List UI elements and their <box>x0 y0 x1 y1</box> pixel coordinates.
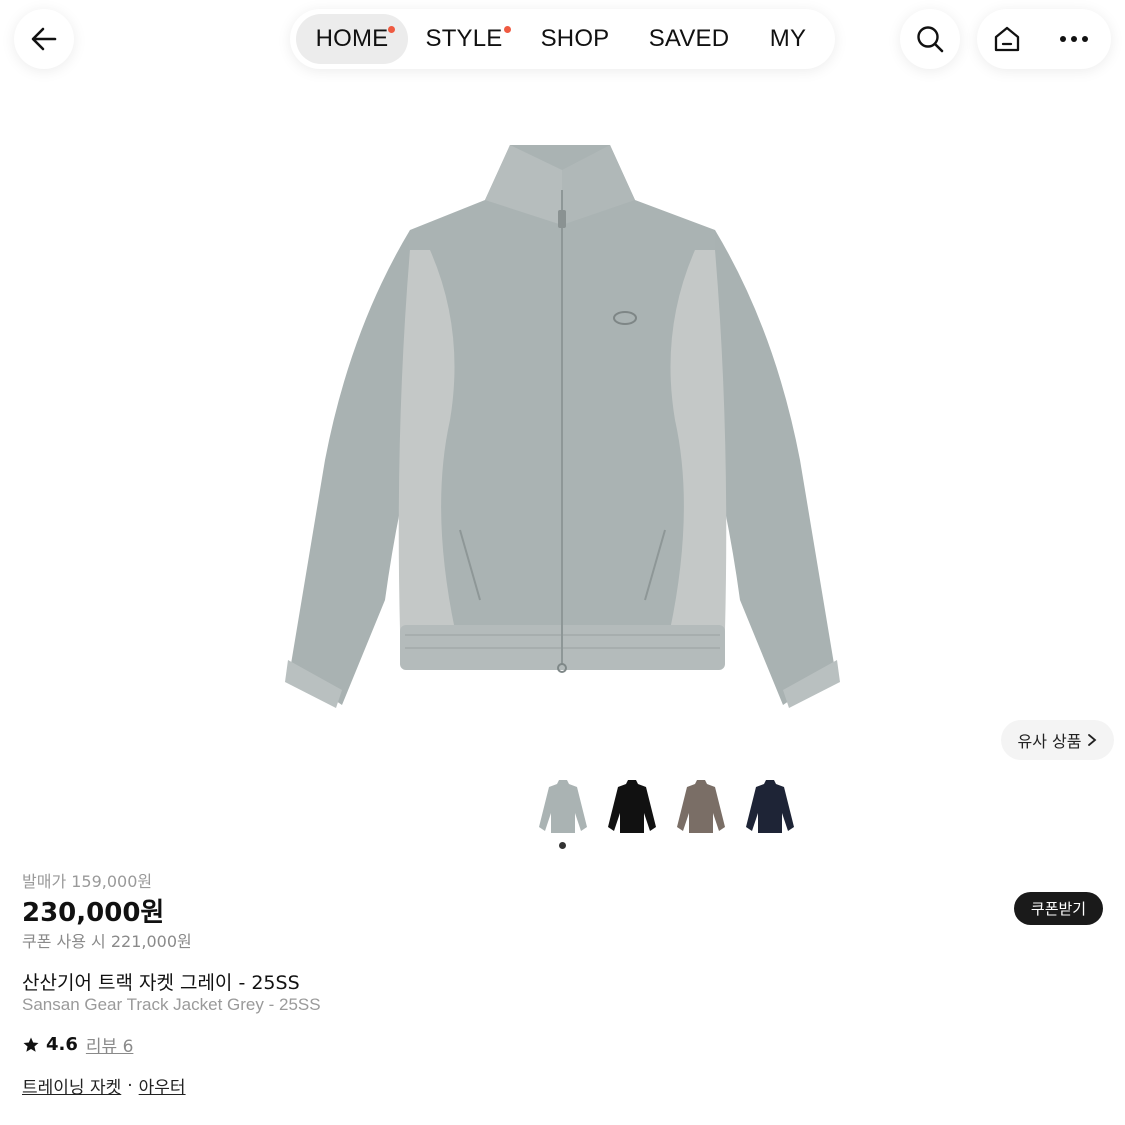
coupon-price: 쿠폰 사용 시 221,000원 <box>22 932 192 951</box>
thumbnail-navy[interactable] <box>739 775 800 839</box>
thumbnail-grey[interactable] <box>532 775 593 839</box>
tab-shop-label: SHOP <box>540 25 610 52</box>
jacket-thumbnail-icon <box>538 780 587 833</box>
thumbnail-black[interactable] <box>601 775 662 839</box>
thumbnail-brown[interactable] <box>670 775 731 839</box>
category-link-training-jacket[interactable]: 트레이닝 자켓 <box>22 1073 121 1098</box>
star-icon <box>23 1037 39 1052</box>
search-button[interactable] <box>900 9 960 69</box>
tab-saved-label: SAVED <box>648 25 730 52</box>
tab-home-label: HOME <box>315 25 389 52</box>
main-tab-bar: HOME STYLE SHOP SAVED MY <box>290 9 835 69</box>
tab-saved[interactable]: SAVED <box>630 14 748 64</box>
more-dots-icon <box>1060 36 1088 42</box>
jacket-thumbnail-icon <box>676 780 725 833</box>
tab-my-label: MY <box>769 25 807 52</box>
category-link-outer[interactable]: 아우터 <box>139 1073 186 1098</box>
tab-style[interactable]: STYLE <box>408 14 520 64</box>
more-options-button[interactable] <box>1037 9 1111 69</box>
get-coupon-button[interactable]: 쿠폰받기 <box>1014 892 1103 925</box>
home-button[interactable] <box>977 9 1037 69</box>
color-thumbnails <box>532 775 802 839</box>
search-icon <box>917 26 944 53</box>
similar-products-button[interactable]: 유사 상품 <box>1001 720 1114 760</box>
back-button[interactable] <box>14 9 74 69</box>
product-name-english: Sansan Gear Track Jacket Grey - 25SS <box>22 995 321 1014</box>
tab-my[interactable]: MY <box>748 14 828 64</box>
category-breadcrumb: 트레이닝 자켓 · 아우터 <box>22 1073 186 1099</box>
tab-shop[interactable]: SHOP <box>520 14 630 64</box>
arrow-left-icon <box>31 27 57 51</box>
similar-products-label: 유사 상품 <box>1017 732 1082 751</box>
new-indicator-dot <box>388 26 395 33</box>
new-indicator-dot <box>504 26 511 33</box>
reviews-link[interactable]: 리뷰 6 <box>86 1032 134 1057</box>
product-main-image[interactable] <box>280 130 845 720</box>
jacket-thumbnail-icon <box>607 780 656 833</box>
chevron-right-icon <box>1088 734 1097 746</box>
rating-score: 4.6 <box>46 1034 78 1055</box>
rating-row: 4.6 리뷰 6 <box>22 1032 133 1057</box>
release-price: 발매가 159,000원 <box>22 872 153 891</box>
product-name-korean: 산산기어 트랙 자켓 그레이 - 25SS <box>22 972 300 994</box>
category-separator: · <box>127 1075 133 1096</box>
home-icon <box>994 26 1020 52</box>
jacket-illustration <box>285 145 840 708</box>
jacket-thumbnail-icon <box>745 780 794 833</box>
selected-thumbnail-indicator <box>559 842 566 849</box>
tab-home[interactable]: HOME <box>296 14 408 64</box>
top-bar: HOME STYLE SHOP SAVED MY <box>0 0 1125 90</box>
header-actions <box>977 9 1111 69</box>
tab-style-label: STYLE <box>425 25 503 52</box>
current-price: 230,000원 <box>22 898 165 928</box>
